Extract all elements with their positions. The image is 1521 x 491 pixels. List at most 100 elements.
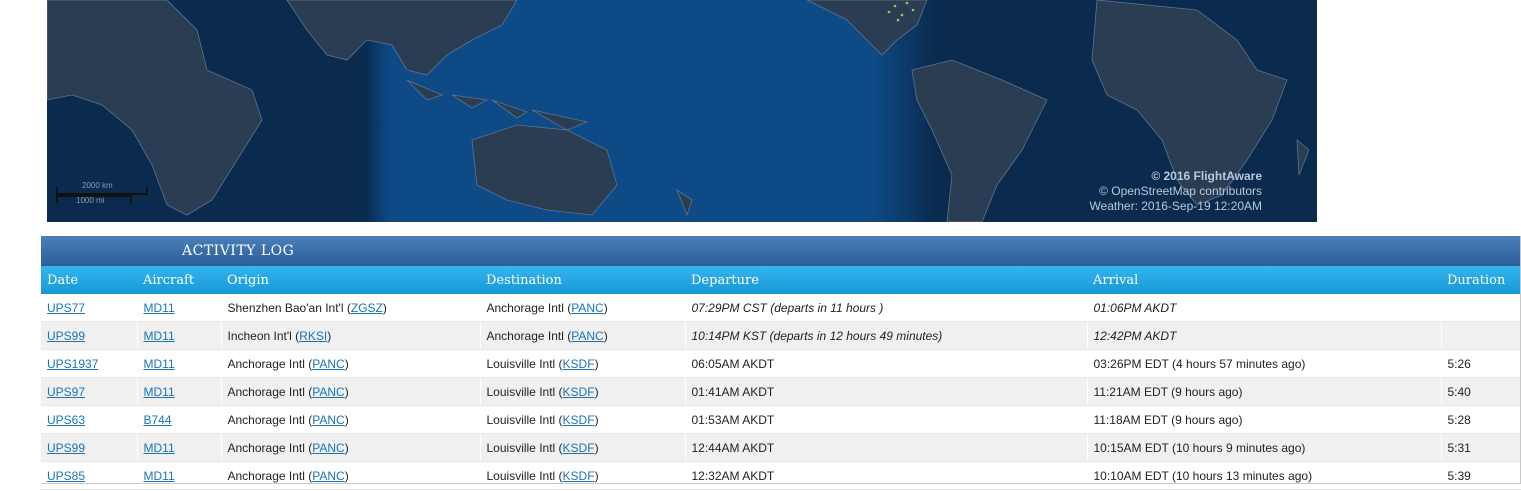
departure-cell: 01:53AM AKDT [685, 405, 1088, 434]
arrival-cell: 10:10AM EDT (10 hours 13 minutes ago) [1087, 461, 1442, 490]
activity-log-title: ACTIVITY LOG [41, 236, 1521, 266]
destination-cell: Anchorage Intl (PANC) [480, 294, 686, 322]
flight-link[interactable]: UPS1937 [47, 357, 98, 371]
col-arrival[interactable]: Arrival [1087, 266, 1441, 294]
aircraft-link[interactable]: MD11 [144, 469, 175, 483]
scale-mi-label: 1000 mi [76, 196, 105, 205]
flightaware-credit: © 2016 FlightAware [1151, 169, 1262, 183]
origin-cell: Anchorage Intl (PANC) [221, 405, 481, 434]
origin-code-link[interactable]: PANC [312, 385, 344, 399]
departure-cell: 12:32AM AKDT [685, 461, 1088, 490]
origin-cell: Shenzhen Bao'an Int'l (ZGSZ) [221, 294, 481, 322]
origin-code-link[interactable]: PANC [312, 469, 344, 483]
table-row: UPS97 MD11 Anchorage Intl (PANC) Louisvi… [41, 377, 1521, 406]
destination-code-link[interactable]: KSDF [563, 441, 595, 455]
table-row: UPS77 MD11 Shenzhen Bao'an Int'l (ZGSZ) … [41, 294, 1521, 322]
table-header-row: Date Aircraft Origin Destination Departu… [41, 266, 1521, 294]
duration-cell: 5:26 [1441, 349, 1521, 378]
departure-cell: 07:29PM CST (departs in 11 hours ) [685, 294, 1088, 322]
aircraft-link[interactable]: B744 [144, 413, 172, 427]
origin-name: Anchorage Intl [227, 356, 305, 371]
aircraft-link[interactable]: MD11 [144, 441, 175, 455]
departure-cell: 06:05AM AKDT [685, 349, 1088, 378]
arrival-cell: 11:21AM EDT (9 hours ago) [1087, 377, 1442, 406]
origin-cell: Anchorage Intl (PANC) [221, 349, 481, 378]
col-aircraft[interactable]: Aircraft [137, 266, 221, 294]
weather-timestamp: Weather: 2016-Sep-19 12:20AM [1089, 199, 1262, 213]
flight-link[interactable]: UPS77 [47, 301, 85, 315]
origin-name: Shenzhen Bao'an Int'l [227, 300, 344, 315]
destination-name: Louisville Intl [486, 356, 556, 371]
duration-cell: 5:40 [1441, 377, 1521, 406]
flight-link[interactable]: UPS85 [47, 469, 85, 483]
destination-name: Anchorage Intl [486, 300, 564, 315]
map-scale-bar: 2000 km 1000 mi [56, 181, 148, 209]
origin-code-link[interactable]: PANC [312, 413, 344, 427]
col-date[interactable]: Date [41, 266, 137, 294]
col-duration[interactable]: Duration [1441, 266, 1521, 294]
destination-name: Louisville Intl [486, 412, 556, 427]
origin-name: Anchorage Intl [227, 440, 305, 455]
destination-cell: Louisville Intl (KSDF) [480, 377, 686, 406]
table-row: UPS99 MD11 Anchorage Intl (PANC) Louisvi… [41, 433, 1521, 462]
arrival-cell: 12:42PM AKDT [1087, 321, 1442, 350]
arrival-cell: 10:15AM EDT (10 hours 9 minutes ago) [1087, 433, 1442, 462]
origin-name: Anchorage Intl [227, 412, 305, 427]
origin-cell: Anchorage Intl (PANC) [221, 377, 481, 406]
destination-name: Louisville Intl [486, 384, 556, 399]
destination-code-link[interactable]: KSDF [563, 357, 595, 371]
arrival-cell: 03:26PM EDT (4 hours 57 minutes ago) [1087, 349, 1442, 378]
col-departure[interactable]: Departure [685, 266, 1087, 294]
destination-cell: Louisville Intl (KSDF) [480, 461, 686, 490]
activity-log-table: Date Aircraft Origin Destination Departu… [41, 266, 1521, 490]
destination-cell: Louisville Intl (KSDF) [480, 433, 686, 462]
aircraft-link[interactable]: MD11 [144, 385, 175, 399]
duration-cell: 5:39 [1441, 461, 1521, 490]
aircraft-link[interactable]: MD11 [144, 301, 175, 315]
flight-link[interactable]: UPS99 [47, 329, 85, 343]
origin-code-link[interactable]: RKSI [299, 329, 327, 343]
col-destination[interactable]: Destination [480, 266, 685, 294]
destination-name: Louisville Intl [486, 468, 556, 483]
departure-cell: 12:44AM AKDT [685, 433, 1088, 462]
flight-link[interactable]: UPS99 [47, 441, 85, 455]
destination-code-link[interactable]: PANC [571, 329, 603, 343]
flight-link[interactable]: UPS63 [47, 413, 85, 427]
flight-map[interactable]: 2000 km 1000 mi © 2016 FlightAware © Ope… [47, 0, 1317, 222]
origin-name: Anchorage Intl [227, 384, 305, 399]
destination-code-link[interactable]: KSDF [563, 413, 595, 427]
table-bottom-border [41, 483, 1521, 484]
destination-cell: Louisville Intl (KSDF) [480, 405, 686, 434]
table-row: UPS63 B744 Anchorage Intl (PANC) Louisvi… [41, 405, 1521, 434]
duration-cell: 5:31 [1441, 433, 1521, 462]
destination-code-link[interactable]: KSDF [563, 385, 595, 399]
destination-code-link[interactable]: PANC [571, 301, 603, 315]
origin-cell: Anchorage Intl (PANC) [221, 433, 481, 462]
col-origin[interactable]: Origin [221, 266, 480, 294]
origin-name: Incheon Int'l [227, 328, 292, 343]
duration-cell [1441, 321, 1521, 350]
osm-credit: © OpenStreetMap contributors [1099, 184, 1262, 198]
departure-cell: 10:14PM KST (departs in 12 hours 49 minu… [685, 321, 1088, 350]
destination-name: Anchorage Intl [486, 328, 564, 343]
arrival-cell: 01:06PM AKDT [1087, 294, 1442, 322]
aircraft-link[interactable]: MD11 [144, 329, 175, 343]
origin-name: Anchorage Intl [227, 468, 305, 483]
arrival-cell: 11:18AM EDT (9 hours ago) [1087, 405, 1442, 434]
destination-code-link[interactable]: KSDF [563, 469, 595, 483]
origin-cell: Anchorage Intl (PANC) [221, 461, 481, 490]
origin-code-link[interactable]: PANC [312, 441, 344, 455]
flight-link[interactable]: UPS97 [47, 385, 85, 399]
duration-cell: 5:28 [1441, 405, 1521, 434]
destination-cell: Louisville Intl (KSDF) [480, 349, 686, 378]
scale-km-label: 2000 km [82, 181, 113, 190]
aircraft-link[interactable]: MD11 [144, 357, 175, 371]
duration-cell [1441, 294, 1521, 322]
origin-code-link[interactable]: ZGSZ [351, 301, 383, 315]
destination-cell: Anchorage Intl (PANC) [480, 321, 686, 350]
table-row: UPS85 MD11 Anchorage Intl (PANC) Louisvi… [41, 461, 1521, 490]
activity-log: ACTIVITY LOG Date Aircraft Origin Destin… [41, 236, 1521, 490]
origin-code-link[interactable]: PANC [312, 357, 344, 371]
destination-name: Louisville Intl [486, 440, 556, 455]
table-row: UPS1937 MD11 Anchorage Intl (PANC) Louis… [41, 349, 1521, 378]
